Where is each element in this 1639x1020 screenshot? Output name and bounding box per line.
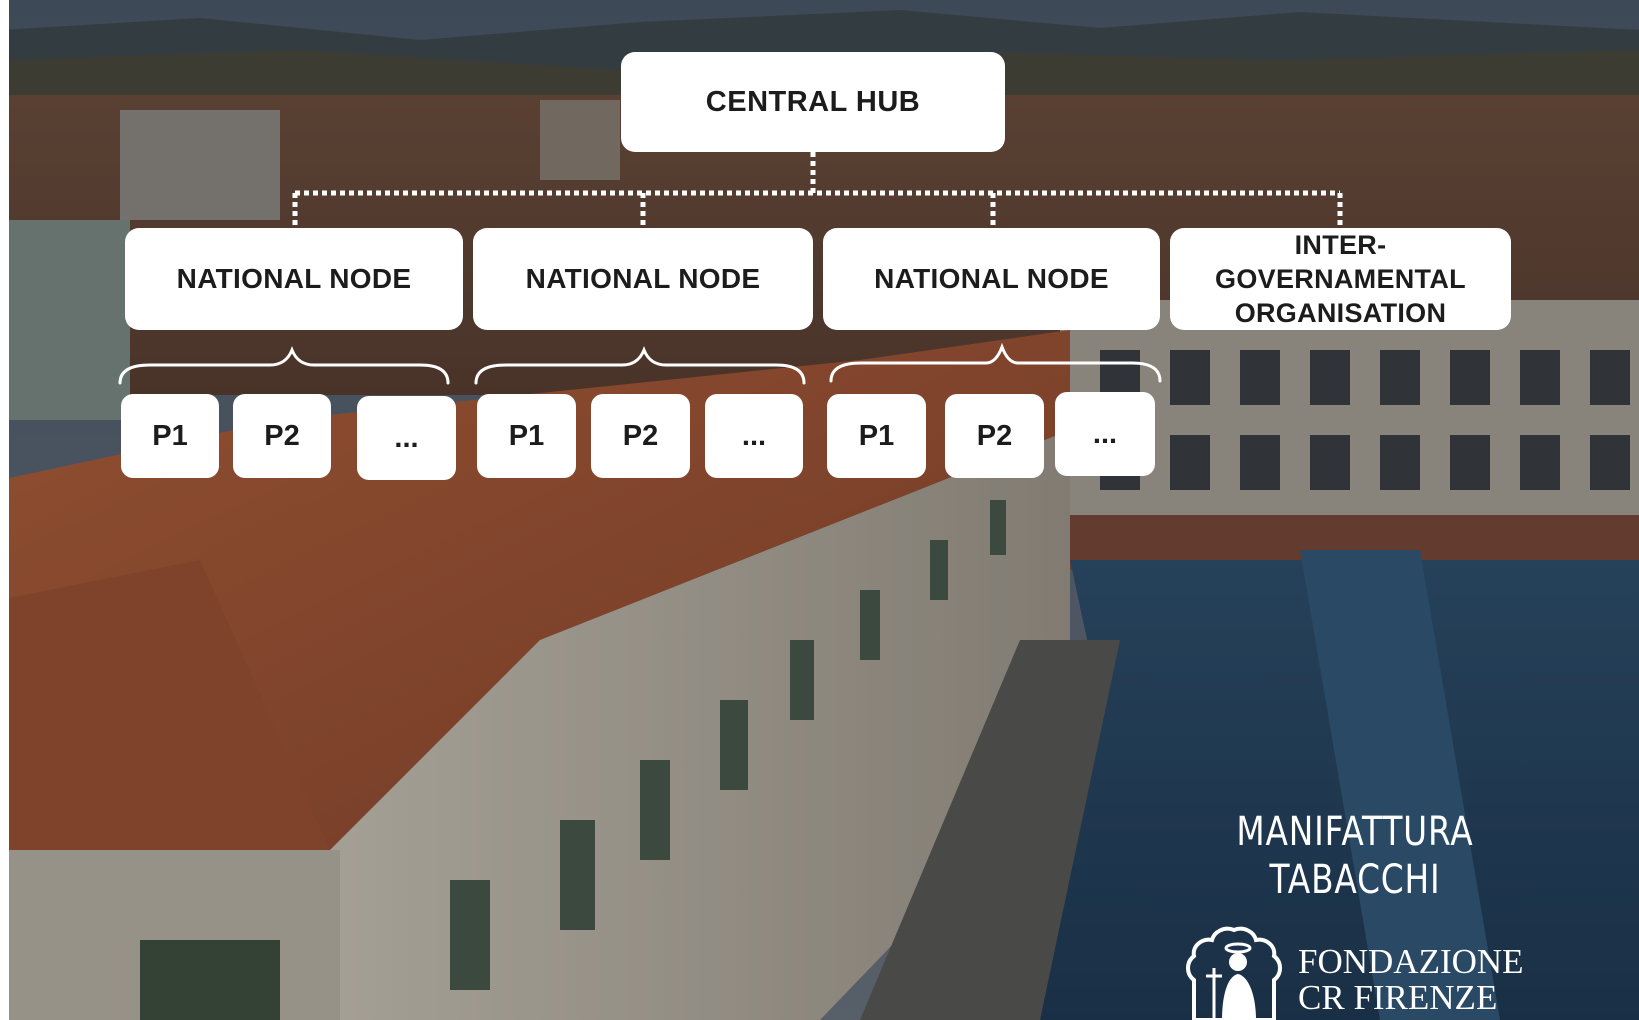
partner-label: ... (741, 419, 767, 452)
brace-node-2 (474, 345, 806, 385)
national-node-label: NATIONAL NODE (874, 263, 1109, 294)
fondazione-cr-firenze-emblem-icon (1186, 926, 1282, 1020)
cr-firenze-line: CR FIRENZE (1298, 978, 1498, 1017)
partner-label: P1 (152, 419, 188, 452)
fondazione-line: FONDAZIONE (1298, 942, 1524, 981)
manifattura-tabacchi-logo: MANIFATTURA TABACCHI (1207, 808, 1502, 904)
central-hub-label: CENTRAL HUB (705, 85, 921, 118)
fondazione-cr-firenze-logo: FONDAZIONE CR FIRENZE (1298, 944, 1524, 1016)
partner-box-n1-p1: P1 (121, 394, 219, 478)
partner-label: ... (394, 421, 419, 454)
national-node-box-3: NATIONAL NODE (823, 228, 1160, 330)
partner-label: P2 (976, 419, 1013, 452)
partner-box-n3-p2: P2 (945, 394, 1044, 478)
partner-label: P2 (264, 419, 300, 452)
partner-label: P1 (858, 419, 895, 452)
partner-box-n1-p2: P2 (233, 394, 331, 478)
partner-label: P1 (508, 419, 545, 452)
partner-box-n2-p1: P1 (477, 394, 576, 478)
intergovernmental-organisation-label: INTER- GOVERNAMENTAL ORGANISATION (1215, 230, 1466, 328)
national-node-label: NATIONAL NODE (176, 263, 412, 294)
national-node-box-1: NATIONAL NODE (125, 228, 463, 330)
partner-box-n3-p1: P1 (827, 394, 926, 478)
national-node-box-2: NATIONAL NODE (473, 228, 813, 330)
partner-box-n3-more: ... (1055, 392, 1155, 476)
partner-label: P2 (622, 419, 659, 452)
manifattura-line: MANIFATTURA (1236, 809, 1474, 855)
partner-box-n1-more: ... (357, 396, 456, 480)
intergovernmental-organisation-box: INTER- GOVERNAMENTAL ORGANISATION (1170, 228, 1511, 330)
brace-node-3 (829, 342, 1162, 383)
partner-label: ... (1092, 417, 1118, 450)
central-hub-box: CENTRAL HUB (621, 52, 1005, 152)
partner-box-n2-p2: P2 (591, 394, 690, 478)
brace-node-1 (118, 345, 450, 385)
partner-box-n2-more: ... (705, 394, 803, 478)
national-node-label: NATIONAL NODE (525, 263, 761, 294)
tabacchi-line: TABACCHI (1269, 857, 1441, 903)
